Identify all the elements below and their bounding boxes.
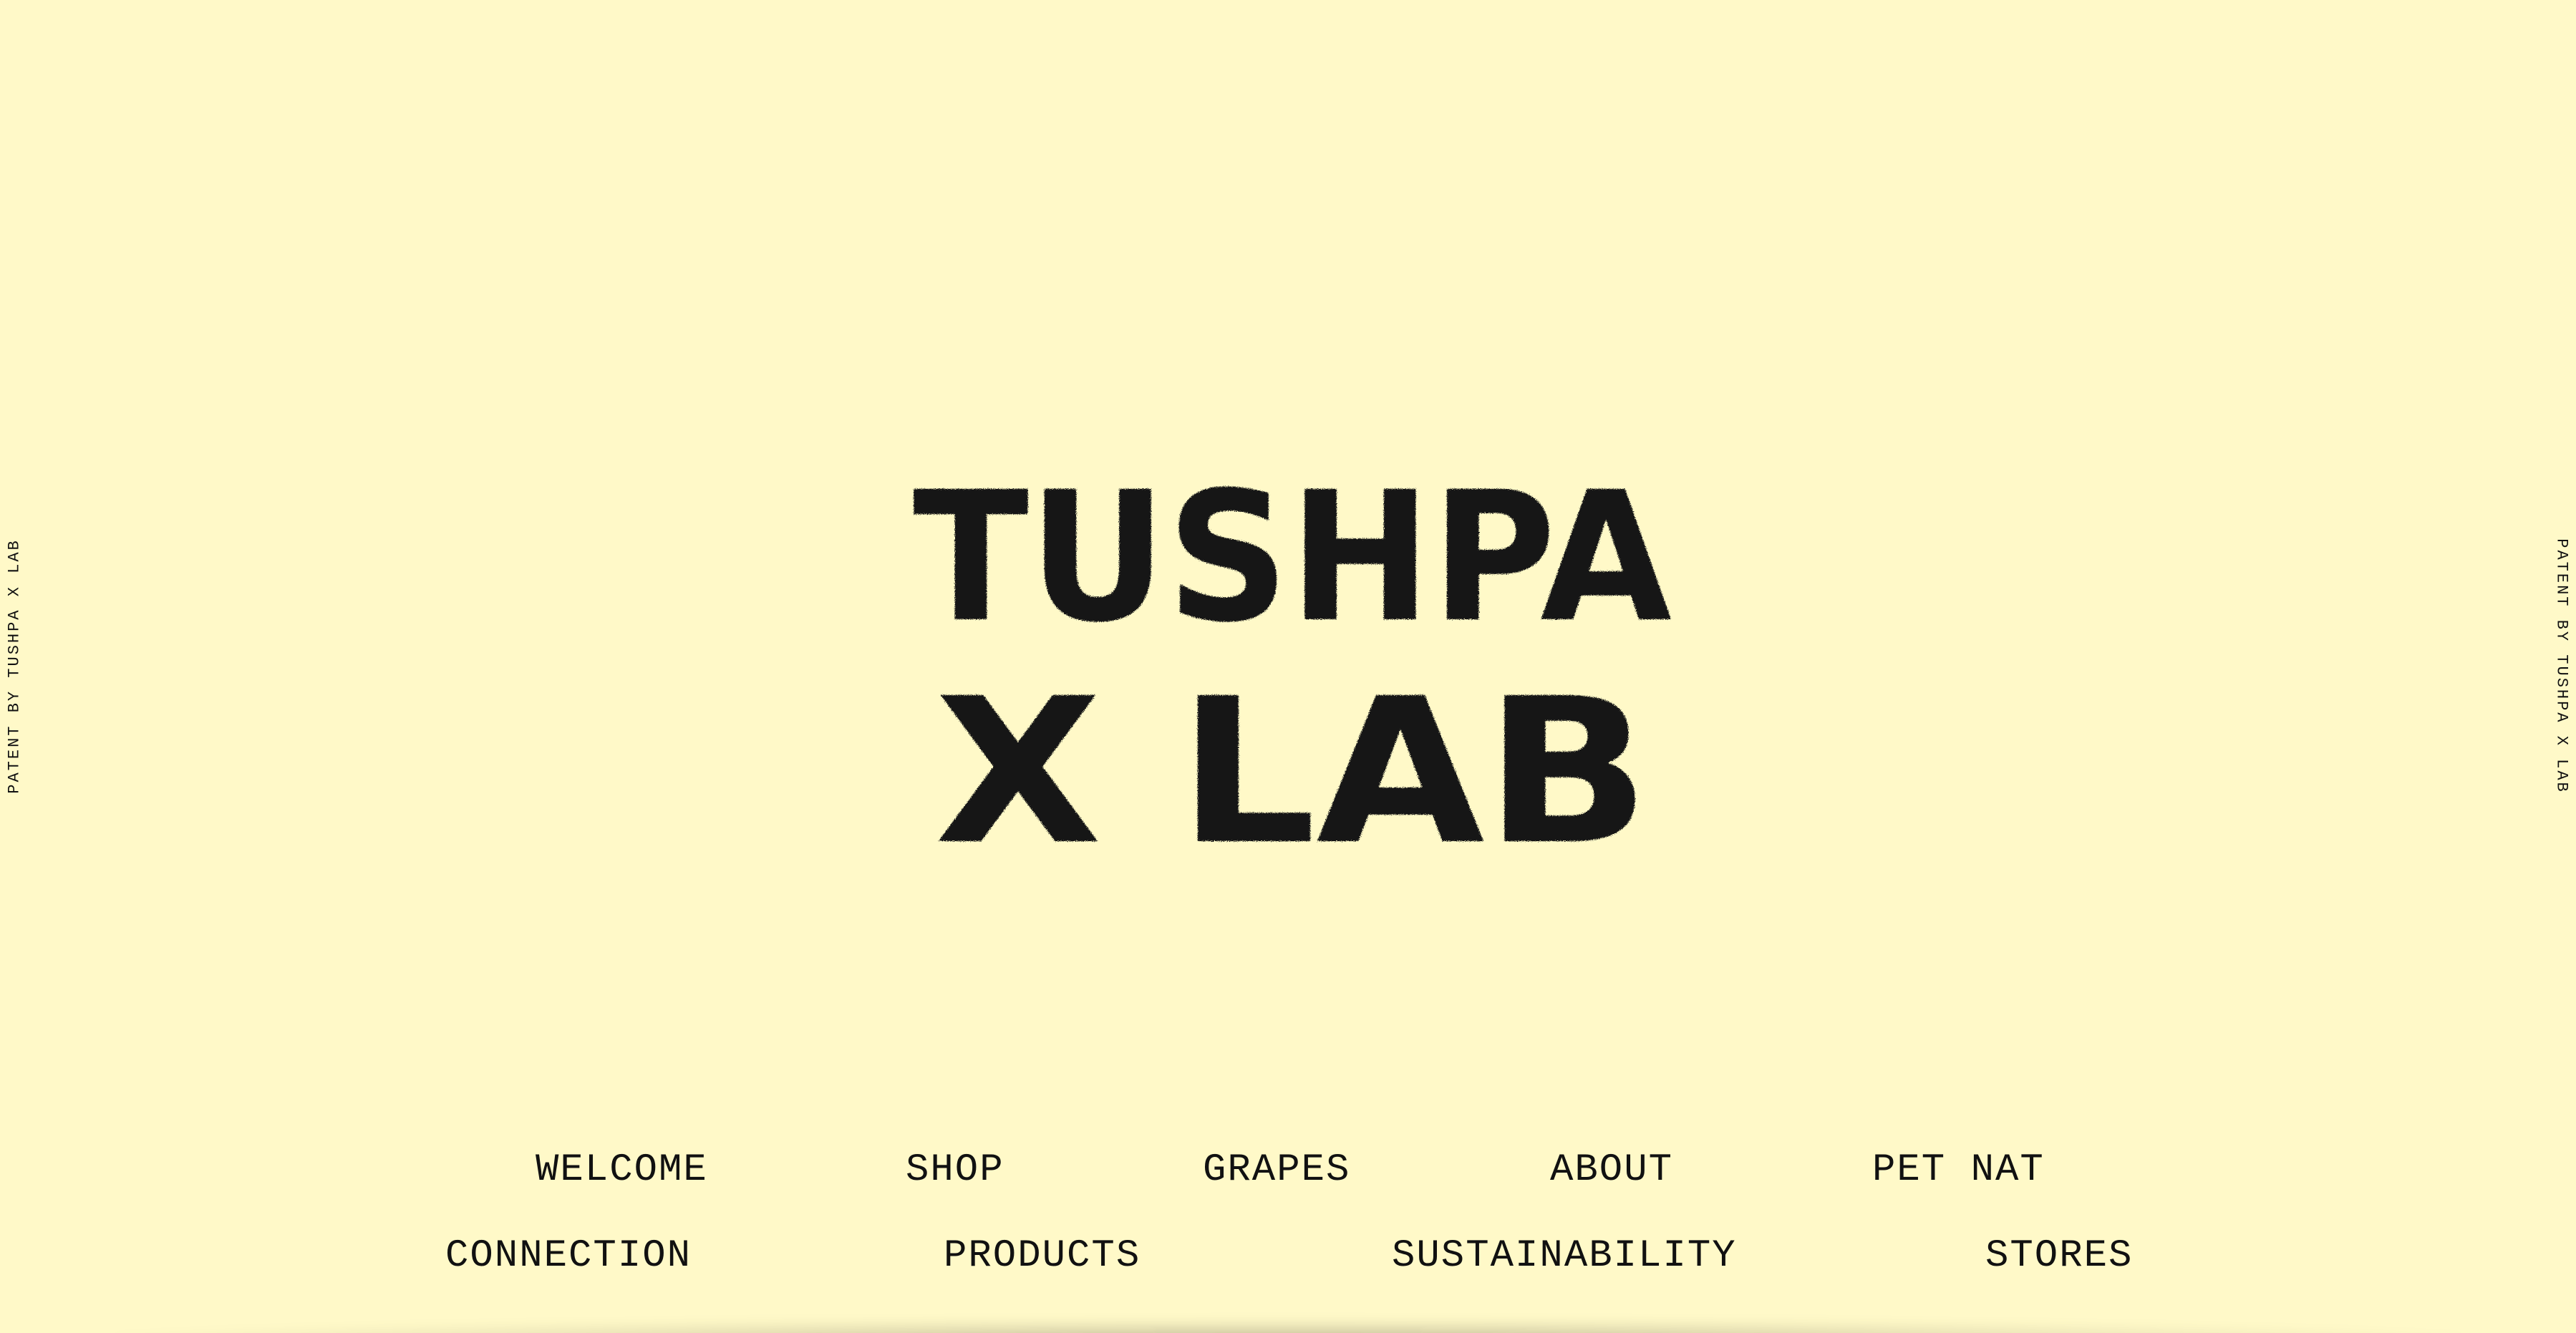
nav-item-pet-nat[interactable]: PET NAT [1872, 1138, 2045, 1203]
nav-item-welcome[interactable]: WELCOME [536, 1138, 708, 1203]
side-label-right: PATENT BY TUSHPA X LAB [2547, 538, 2576, 793]
logo-line-1: TUSHPA [913, 453, 1672, 661]
brand-logo[interactable]: TUSHPA X LAB [888, 444, 1697, 873]
side-label-left-text: PATENT BY TUSHPA X LAB [5, 538, 24, 794]
bottom-edge-shadow [115, 1319, 2461, 1333]
nav-item-grapes[interactable]: GRAPES [1203, 1138, 1350, 1203]
nav-item-shop[interactable]: SHOP [906, 1138, 1004, 1203]
nav-row-secondary: CONNECTION PRODUCTS SUSTAINABILITY STORE… [0, 1224, 2576, 1289]
nav-item-about[interactable]: ABOUT [1550, 1138, 1673, 1203]
nav-item-connection[interactable]: CONNECTION [445, 1224, 692, 1289]
logo-line-2: X LAB [934, 656, 1650, 873]
nav-row-primary: WELCOME SHOP GRAPES ABOUT PET NAT [0, 1138, 2576, 1203]
nav-item-stores[interactable]: STORES [1985, 1224, 2133, 1289]
side-label-right-text: PATENT BY TUSHPA X LAB [2552, 538, 2571, 794]
nav-item-sustainability[interactable]: SUSTAINABILITY [1392, 1224, 1737, 1289]
nav-item-products[interactable]: PRODUCTS [944, 1224, 1141, 1289]
side-label-left: PATENT BY TUSHPA X LAB [0, 538, 29, 793]
